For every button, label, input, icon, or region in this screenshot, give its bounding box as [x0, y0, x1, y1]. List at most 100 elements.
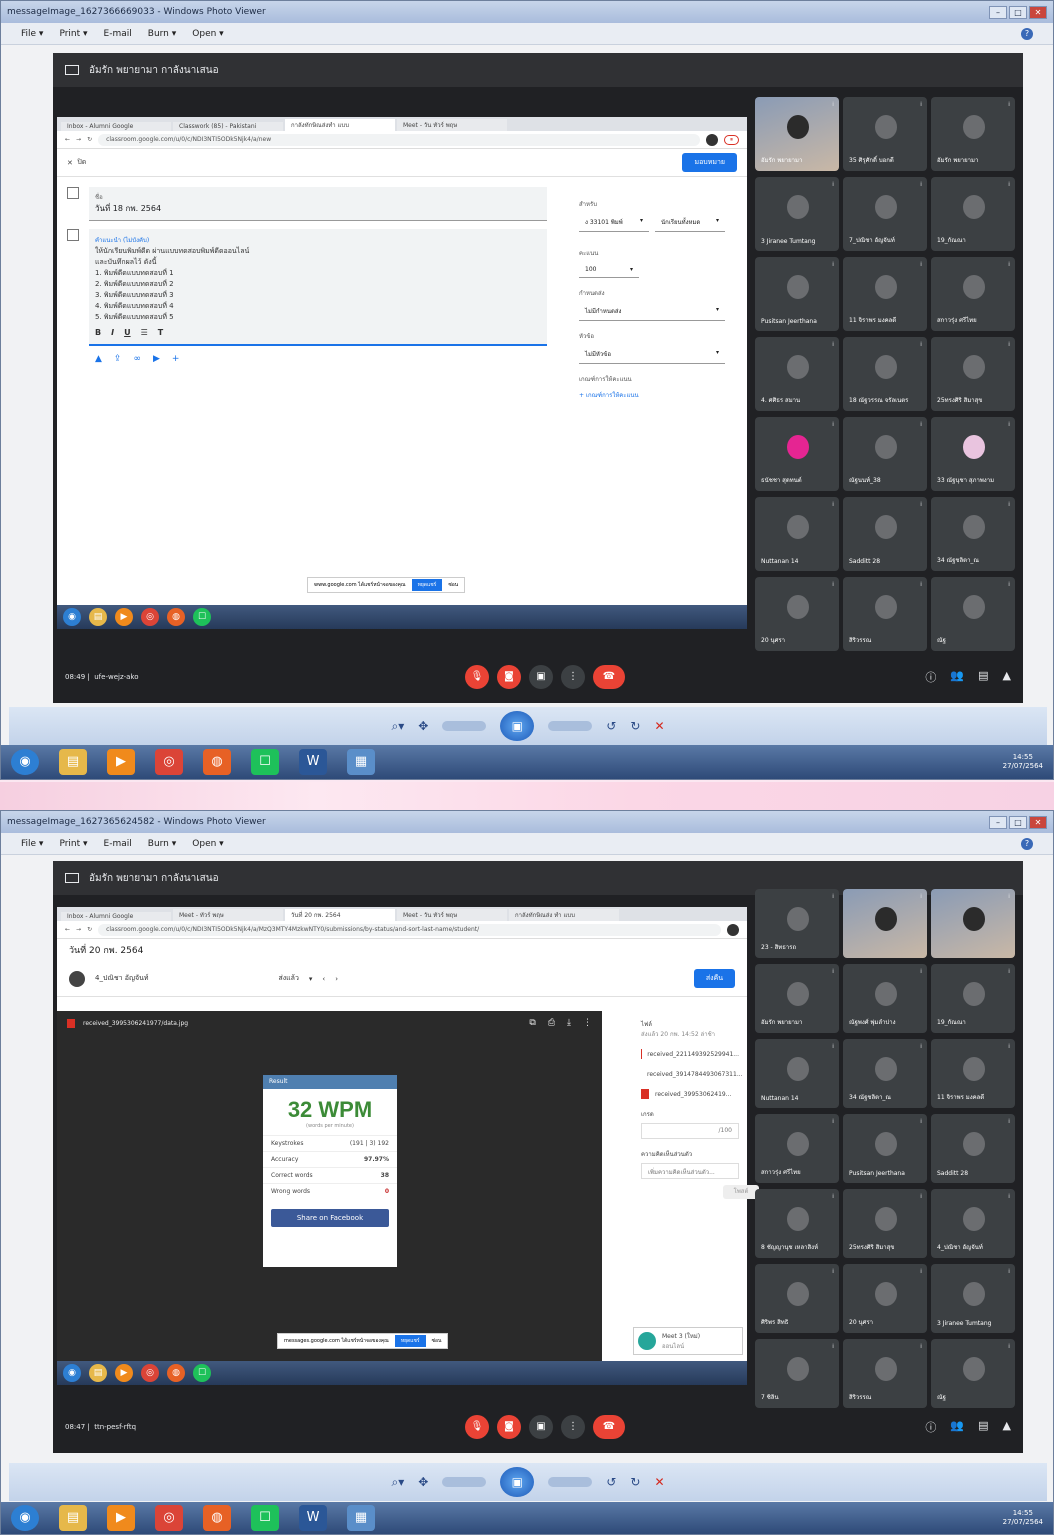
participant-tile[interactable]: ⁞ ธนัชชา สุดทนต์ [755, 417, 839, 491]
mic-off-icon[interactable]: 🎙 [465, 665, 489, 689]
participant-tile[interactable]: ⁞ Nuttanan 14 [755, 1039, 839, 1108]
link-icon[interactable]: ∞ [133, 354, 141, 364]
participant-tile[interactable]: ⁞ 34 ณัฐชลิตา_ณ [931, 497, 1015, 571]
minimize-button[interactable]: – [989, 5, 1007, 19]
participant-tile[interactable]: ⁞ 11 จิราพร มงคลดี [843, 257, 927, 331]
italic-icon[interactable]: I [111, 327, 114, 338]
participant-tile[interactable]: ⁞ สิริวรรณ [843, 1339, 927, 1408]
start-button[interactable]: ◉ [11, 1505, 39, 1531]
student-name[interactable]: 4_ปณิชา อัญจันท์ [95, 973, 148, 984]
participant-tile[interactable]: ⁞ Sadditt 28 [931, 1114, 1015, 1183]
instructions-field[interactable]: คำแนะนำ (ไม่บังคับ) ให้นักเรียนพิมพ์ดีด … [89, 229, 547, 346]
zoom-icon[interactable]: ⌕▾ [392, 1475, 405, 1490]
assign-button[interactable]: มอบหมาย [682, 153, 737, 172]
zoom-icon[interactable]: ⌕▾ [392, 719, 405, 734]
participant-tile[interactable]: ⁞ 25ทรงศิริ สิมาสุข [931, 337, 1015, 411]
rotate-right-icon[interactable]: ↻ [630, 1475, 640, 1489]
participant-tile[interactable]: ⁞ 11 จิราพร มงคลดี [931, 1039, 1015, 1108]
browser-tab-active[interactable]: วันที่ 20 กพ. 2564 [285, 909, 395, 921]
play-slideshow-icon[interactable]: ▣ [500, 1467, 535, 1497]
participant-tile[interactable]: ⁞ อัมรัก พยายามา [931, 97, 1015, 171]
next-button[interactable] [548, 1477, 593, 1487]
menu-burn[interactable]: Burn ▾ [148, 839, 177, 849]
rotate-right-icon[interactable]: ↻ [630, 719, 640, 733]
browser-tab[interactable]: Meet - วัน ทัวร์ พฤษ [397, 909, 507, 921]
actual-size-icon[interactable]: ✥ [418, 719, 428, 733]
participant-tile[interactable]: ⁞ Nuttanan 14 [755, 497, 839, 571]
menu-email[interactable]: E-mail [104, 839, 132, 849]
participant-tile[interactable]: ⁞ อัมรัก พยายามา [755, 97, 839, 171]
forward-icon[interactable]: → [76, 926, 81, 933]
participant-tile[interactable]: ⁞ สิริวรรณ [843, 577, 927, 651]
firefox-icon[interactable]: ◍ [167, 608, 185, 626]
word-icon[interactable]: W [299, 749, 327, 775]
photo-viewer-icon[interactable]: ▦ [347, 1505, 375, 1531]
title-field[interactable]: ชื่อ วันที่ 18 กพ. 2564 [89, 187, 547, 221]
participant-tile[interactable]: ⁞ ศิริพร สิทธิ [755, 1264, 839, 1333]
participant-tile[interactable]: ⁞ 8 ชัญญานุช เหลาสิงห์ [755, 1189, 839, 1258]
participant-tile[interactable]: ⁞ 7_ปณิชา อัญจันท์ [843, 177, 927, 251]
folder-icon[interactable]: ▤ [89, 608, 107, 626]
clear-format-icon[interactable]: T [158, 327, 163, 338]
participant-tile[interactable]: ⁞ 35 ศิรุศักดิ์ บอกดี [843, 97, 927, 171]
close-window-button[interactable]: ✕ [1029, 815, 1047, 829]
line-icon[interactable]: ☐ [193, 1364, 211, 1382]
folder-icon[interactable]: ▤ [89, 1364, 107, 1382]
minimize-button[interactable]: – [989, 815, 1007, 829]
youtube-icon[interactable]: ▶ [153, 354, 160, 364]
camera-off-icon[interactable]: ◙ [497, 1415, 521, 1439]
browser-tab[interactable]: Inbox - Alumni Google [61, 122, 171, 131]
url-field[interactable]: classroom.google.com/u/0/c/NDI3NTI5ODk5N… [98, 133, 700, 146]
participant-tile[interactable]: ⁞ 20 นุศรา [755, 577, 839, 651]
chat-icon[interactable]: ▤ [978, 669, 988, 685]
help-icon[interactable]: ? [1021, 27, 1033, 40]
browser-tab[interactable]: Meet - วัน ทัวร์ พฤษ [397, 119, 507, 131]
explorer-icon[interactable]: ▤ [59, 749, 87, 775]
participant-tile[interactable]: ⁞ Pusitsan Jeerthana [843, 1114, 927, 1183]
participant-tile[interactable]: ⁞ สกาวรุ่ง ศรีไทย [931, 257, 1015, 331]
browser-tab[interactable]: กาลังทักษิณส่ง ทำ แบบ [509, 909, 619, 921]
start-icon[interactable]: ◉ [63, 1364, 81, 1382]
account-avatar[interactable] [705, 133, 718, 146]
topic-select[interactable]: ไม่มีหัวข้อ ▾ [579, 345, 725, 364]
share-facebook-button[interactable]: Share on Facebook [271, 1209, 389, 1227]
points-select[interactable]: 100 ▾ [579, 262, 639, 278]
participant-tile[interactable]: ⁞ 34 ณัฐชลิตา_ณ [843, 1039, 927, 1108]
menu-burn[interactable]: Burn ▾ [148, 29, 177, 39]
class-select[interactable]: ง 33101 พิมพ์ ▾ [579, 213, 649, 232]
delete-icon[interactable]: ✕ [654, 1475, 664, 1489]
chrome-icon[interactable]: ◎ [155, 1505, 183, 1531]
start-button[interactable]: ◉ [11, 749, 39, 775]
more-icon[interactable]: ⋮ [561, 665, 585, 689]
participant-tile[interactable]: ⁞ ณัฐพงศ์ พุ่มลำปาง [843, 964, 927, 1033]
maximize-button[interactable]: □ [1009, 815, 1027, 829]
media-player-icon[interactable]: ▶ [107, 1505, 135, 1531]
next-student-icon[interactable]: › [335, 975, 338, 983]
back-icon[interactable]: ← [65, 136, 70, 143]
participant-tile[interactable]: ⁞ 25ทรงศิริ สิมาสุข [843, 1189, 927, 1258]
media-icon[interactable]: ▶ [115, 608, 133, 626]
grade-input[interactable]: /100 [641, 1123, 739, 1139]
create-icon[interactable]: + [172, 354, 180, 364]
line-icon[interactable]: ☐ [193, 608, 211, 626]
people-icon[interactable]: 👥 [950, 1419, 964, 1435]
people-icon[interactable]: 👥 [950, 669, 964, 685]
participant-tile[interactable]: ⁞ 19_กัณณา [931, 177, 1015, 251]
chat-icon[interactable]: ▤ [978, 1419, 988, 1435]
system-clock[interactable]: 14:55 27/07/2564 [1003, 1509, 1043, 1527]
firefox-icon[interactable]: ◍ [203, 749, 231, 775]
prev-student-icon[interactable]: ‹ [322, 975, 325, 983]
menu-print[interactable]: Print ▾ [59, 29, 87, 39]
mic-off-icon[interactable]: 🎙 [465, 1415, 489, 1439]
play-slideshow-icon[interactable]: ▣ [500, 711, 535, 741]
photo-viewer-icon[interactable]: ▦ [347, 749, 375, 775]
close-icon[interactable]: ✕ [67, 159, 73, 167]
pause-pill[interactable]: ⏸ [723, 134, 739, 145]
participant-tile[interactable]: ⁞ 33 ณัฐนุชา สุภาพงาม [931, 417, 1015, 491]
more-icon[interactable]: ⋮ [561, 1415, 585, 1439]
participant-tile[interactable]: ⁞ Pusitsan Jeerthana [755, 257, 839, 331]
upload-icon[interactable]: ⇪ [114, 354, 122, 364]
url-field[interactable]: classroom.google.com/u/0/c/NDI3NTI5ODk5N… [98, 923, 721, 936]
back-icon[interactable]: ← [65, 926, 70, 933]
open-with-icon[interactable]: ⧉ [529, 1018, 535, 1028]
